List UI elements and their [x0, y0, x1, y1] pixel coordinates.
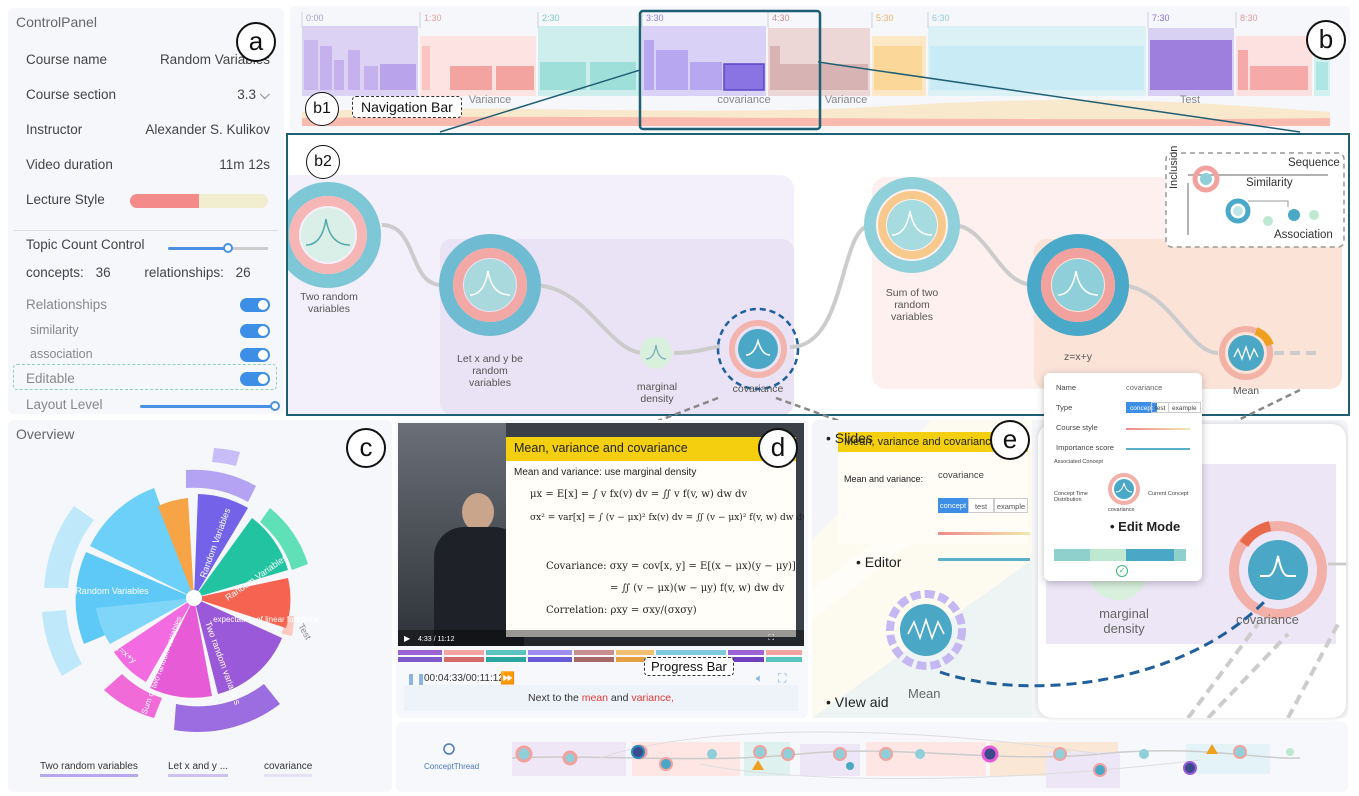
edit-chip-test[interactable]: test — [1151, 402, 1170, 413]
edit-importance-slider[interactable] — [1126, 448, 1190, 450]
edit-type-label: Type — [1056, 403, 1073, 412]
concept-thread-icon — [443, 743, 455, 755]
badge-e: e — [990, 420, 1030, 460]
edit-importance-label: Importance score — [1056, 443, 1114, 452]
edit-chip-example[interactable]: example — [1168, 402, 1201, 413]
concept-thread-label: ConceptThread — [424, 762, 480, 771]
edit-node-preview — [1108, 473, 1140, 505]
edit-current-label: Current Concept — [1148, 491, 1189, 497]
concept-thread[interactable] — [500, 724, 1340, 790]
edit-mode-popup[interactable]: Name covariance Type concept test exampl… — [1044, 373, 1202, 581]
edit-name-value[interactable]: covariance — [1126, 383, 1162, 392]
edit-course-style-label: Course style — [1056, 423, 1098, 432]
edit-course-style-slider[interactable] — [1126, 428, 1190, 430]
edit-name-label: Name — [1056, 383, 1077, 392]
confirm-icon[interactable]: ✓ — [1116, 565, 1128, 577]
edit-timeline — [1054, 549, 1186, 561]
edit-associated-label: Associated Concept — [1054, 459, 1103, 465]
edit-node-label: covariance — [1108, 507, 1135, 513]
edit-time-dist-label: Concept Time Distribution — [1054, 491, 1088, 503]
edit-mode-title: • Edit Mode — [1110, 519, 1181, 534]
